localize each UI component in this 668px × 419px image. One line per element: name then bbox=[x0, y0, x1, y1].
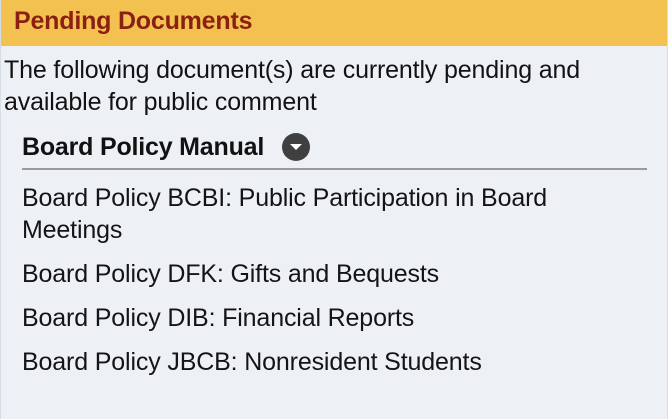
section-header: Board Policy Manual bbox=[22, 130, 647, 170]
board-policy-manual-section: Board Policy Manual Board Policy BCBI: P… bbox=[22, 130, 647, 378]
section-title: Board Policy Manual bbox=[22, 132, 265, 161]
pending-documents-panel: Pending Documents The following document… bbox=[0, 0, 668, 419]
panel-header: Pending Documents bbox=[1, 0, 667, 46]
document-link-dfk[interactable]: Board Policy DFK: Gifts and Bequests bbox=[22, 258, 647, 290]
document-link-dib[interactable]: Board Policy DIB: Financial Reports bbox=[22, 302, 647, 334]
chevron-down-icon[interactable] bbox=[282, 133, 311, 161]
document-list: Board Policy BCBI: Public Participation … bbox=[22, 170, 647, 378]
panel-title: Pending Documents bbox=[14, 7, 253, 35]
document-link-bcbi[interactable]: Board Policy BCBI: Public Participation … bbox=[22, 182, 647, 246]
intro-text: The following document(s) are currently … bbox=[4, 56, 581, 116]
document-link-jbcb[interactable]: Board Policy JBCB: Nonresident Students bbox=[22, 346, 647, 378]
